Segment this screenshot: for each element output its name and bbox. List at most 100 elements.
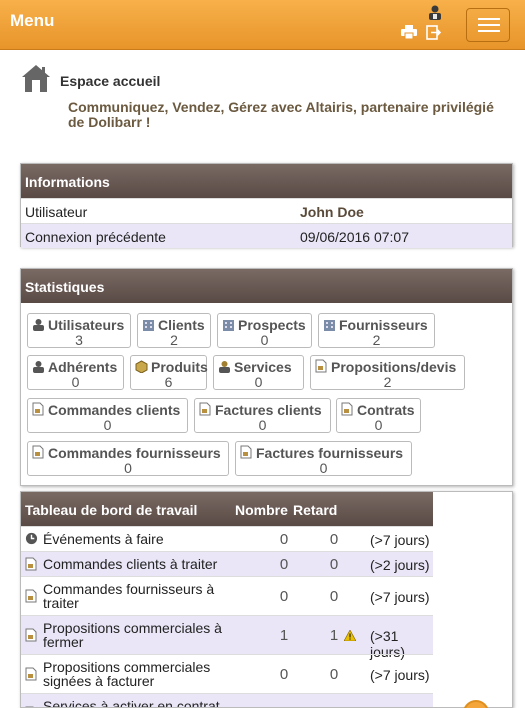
stat-label: Fournisseurs xyxy=(339,317,428,333)
stat-label: Services xyxy=(234,359,292,375)
dashboard-row-nombre[interactable]: 0 xyxy=(277,588,291,605)
hamburger-menu-button[interactable] xyxy=(466,8,510,42)
company-icon xyxy=(323,318,336,331)
stat-box-prospects[interactable]: Prospects 0 xyxy=(217,313,312,348)
stat-label: Commandes fournisseurs xyxy=(48,445,221,461)
stat-box-services[interactable]: Services 0 xyxy=(213,355,304,390)
statistiques-title: Statistiques xyxy=(21,269,512,303)
info-label: Connexion précédente xyxy=(25,229,166,245)
stat-label: Produits xyxy=(151,359,208,375)
stat-label: Propositions/devis xyxy=(331,359,457,375)
stat-box-produits[interactable]: Produits 6 xyxy=(130,355,208,390)
stat-box-contrats[interactable]: Contrats 0 xyxy=(336,398,421,433)
stat-label: Factures fournisseurs xyxy=(256,445,404,461)
document-icon xyxy=(199,402,212,416)
document-icon xyxy=(25,589,37,603)
document-icon xyxy=(25,557,37,571)
dashboard-row-delay: (>2 jours) xyxy=(370,557,430,573)
document-icon xyxy=(240,445,253,459)
user-icon[interactable] xyxy=(427,4,443,20)
stat-label: Factures clients xyxy=(215,402,322,418)
dashboard-row-nombre[interactable]: 0 xyxy=(277,556,291,573)
dashboard-row[interactable]: Commandes fournisseurs à traiter 0 0 (>7 jo… xyxy=(21,576,433,615)
stat-box-factures-clients[interactable]: Factures clients 0 xyxy=(194,398,331,433)
dashboard-row-nombre[interactable]: 0 xyxy=(277,666,291,683)
info-value: 09/06/2016 07:07 xyxy=(300,229,409,245)
stat-value: 0 xyxy=(374,417,383,433)
product-icon xyxy=(135,360,148,374)
dashboard-row-retard[interactable]: 0 xyxy=(327,556,341,573)
stat-label: Adhérents xyxy=(48,359,118,375)
dashboard-row-label[interactable]: Propositions commerciales signées à fact… xyxy=(43,660,233,688)
stat-value: 2 xyxy=(372,332,381,348)
dashboard-row[interactable]: Événements à faire 0 0 (>7 jours) xyxy=(21,526,433,551)
document-icon xyxy=(341,402,354,416)
user-icon xyxy=(32,318,45,331)
stat-box-fournisseurs[interactable]: Fournisseurs 2 xyxy=(318,313,435,348)
dashboard-row-retard[interactable]: 0 xyxy=(327,588,341,605)
document-icon xyxy=(315,359,328,373)
print-icon[interactable] xyxy=(401,25,417,39)
page-title: Espace accueil xyxy=(60,73,161,89)
stat-label: Prospects xyxy=(238,317,306,333)
dashboard-row[interactable]: Commandes clients à traiter 0 0 (>2 jours) xyxy=(21,551,433,576)
column-nombre: Nombre xyxy=(235,502,288,518)
dashboard-row-retard[interactable]: 1 xyxy=(327,627,341,644)
stat-label: Contrats xyxy=(357,402,415,418)
dashboard-row[interactable]: Services à activer en contrat00(>0 jours… xyxy=(21,693,433,707)
stat-box-utilisateurs[interactable]: Utilisateurs 3 xyxy=(27,313,131,348)
clock-icon xyxy=(25,532,38,546)
statistiques-panel: Statistiques Utilisateurs 3 Clients 2 Prospe… xyxy=(20,268,513,486)
company-icon xyxy=(142,318,155,331)
dashboard-header: Tableau de bord de travail Nombre Retard xyxy=(21,492,433,526)
dashboard-row-delay: (>7 jours) xyxy=(370,532,430,548)
dashboard-row-label[interactable]: Commandes fournisseurs à traiter xyxy=(43,582,233,610)
stat-box-clients[interactable]: Clients 2 xyxy=(137,313,211,348)
document-icon xyxy=(25,667,37,681)
stat-box-commandes-clients[interactable]: Commandes clients 0 xyxy=(27,398,188,433)
dashboard-row-retard[interactable]: 0 xyxy=(327,531,341,548)
company-icon xyxy=(222,318,235,331)
dashboard-row-label[interactable]: Événements à faire xyxy=(43,532,233,546)
dashboard-row-retard[interactable]: 0 xyxy=(327,666,341,683)
stat-box-commandes-fournisseurs[interactable]: Commandes fournisseurs 0 xyxy=(27,441,229,476)
user-name-link[interactable]: John Doe xyxy=(300,204,364,220)
info-row-user: Utilisateur John Doe xyxy=(21,198,512,223)
document-icon xyxy=(32,402,45,416)
document-icon xyxy=(32,445,45,459)
stat-label: Clients xyxy=(158,317,205,333)
info-label: Utilisateur xyxy=(25,204,88,220)
top-bar: Menu xyxy=(0,0,525,50)
stat-value: 0 xyxy=(254,374,263,390)
stat-value: 6 xyxy=(164,374,173,390)
stat-label: Utilisateurs xyxy=(48,317,125,333)
slogan-text: Communiquez, Vendez, Gérez avec Altairis… xyxy=(68,99,494,130)
dashboard-panel: Tableau de bord de travail Nombre Retard… xyxy=(20,491,513,708)
stat-value: 0 xyxy=(124,460,132,476)
dashboard-row-label[interactable]: Commandes clients à traiter xyxy=(43,557,233,571)
dashboard-row[interactable]: Propositions commerciales signées à fact… xyxy=(21,654,433,693)
stat-box-propositions-devis[interactable]: Propositions/devis 2 xyxy=(310,355,465,390)
dashboard-row-delay: (>7 jours) xyxy=(370,589,430,605)
stat-box-adh-rents[interactable]: Adhérents 0 xyxy=(27,355,124,390)
dashboard-row[interactable]: Propositions commerciales à fermer 1 1 (>31… xyxy=(21,615,433,660)
service-icon xyxy=(218,360,231,373)
stat-box-factures-fournisseurs[interactable]: Factures fournisseurs 0 xyxy=(235,441,412,476)
warning-icon xyxy=(344,630,356,641)
stat-value: 0 xyxy=(319,460,328,476)
dashboard-row-delay: (>7 jours) xyxy=(370,667,430,683)
dashboard-title: Tableau de bord de travail xyxy=(25,502,198,518)
dashboard-row-label[interactable]: Services à activer en contrat xyxy=(43,699,233,707)
menu-title[interactable]: Menu xyxy=(10,11,54,31)
stat-label: Commandes clients xyxy=(48,402,181,418)
logout-icon[interactable] xyxy=(426,25,441,40)
stat-value: 0 xyxy=(71,374,80,390)
informations-panel: Informations Utilisateur John Doe Connex… xyxy=(20,163,513,248)
dashboard-row-nombre[interactable]: 0 xyxy=(277,531,291,548)
stat-value: 0 xyxy=(103,417,112,433)
stat-value: 2 xyxy=(170,332,178,348)
stat-value: 0 xyxy=(258,417,267,433)
informations-title: Informations xyxy=(21,164,512,198)
dashboard-row-nombre[interactable]: 1 xyxy=(277,627,291,644)
dashboard-row-label[interactable]: Propositions commerciales à fermer xyxy=(43,621,233,649)
